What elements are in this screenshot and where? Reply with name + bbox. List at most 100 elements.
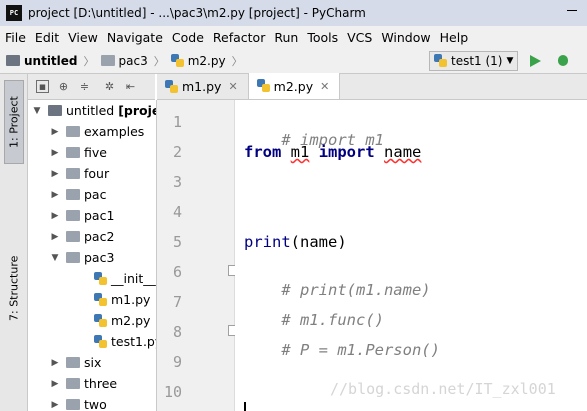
pycharm-logo-icon: PC — [6, 5, 22, 21]
tree-item-label: pac3 — [84, 250, 115, 265]
chevron-right-icon: ▶ — [51, 399, 59, 410]
tree-item-four[interactable]: ▶ four — [50, 163, 110, 184]
tree-item-examples[interactable]: ▶ examples — [50, 121, 145, 142]
menu-code[interactable]: Code — [167, 30, 208, 45]
editor-gutter: 1 2 3 4 5 6 7 8 9 10 — [157, 100, 239, 411]
line-number: 9 — [172, 353, 182, 371]
python-file-icon — [94, 313, 107, 328]
breadcrumb-untitled[interactable]: untitled 〉 — [6, 53, 95, 69]
module-name: m1 — [290, 143, 310, 161]
menu-navigate[interactable]: Navigate — [102, 30, 167, 45]
menu-run[interactable]: Run — [269, 30, 302, 45]
line-number: 7 — [172, 293, 182, 311]
tree-item-label-suffix: [projec — [118, 103, 156, 118]
tree-item-label: m1.py — [111, 292, 151, 307]
keyword: from — [244, 143, 282, 161]
close-icon[interactable]: ✕ — [228, 80, 237, 93]
keyword: import — [318, 143, 375, 161]
tree-item-label: five — [84, 145, 107, 160]
hide-icon[interactable]: ⇤ — [124, 80, 137, 93]
tree-item-init[interactable]: __init__.p — [94, 268, 156, 289]
folder-icon — [66, 231, 80, 242]
gear-icon[interactable]: ✲ — [103, 80, 116, 93]
line-number: 4 — [172, 203, 182, 221]
menu-tools[interactable]: Tools — [302, 30, 342, 45]
tree-item-label: four — [84, 166, 110, 181]
breadcrumb-pac3[interactable]: pac3 〉 — [100, 53, 165, 69]
menu-edit[interactable]: Edit — [30, 30, 63, 45]
tree-item-root[interactable]: ▼ untitled [projec — [32, 100, 156, 121]
tab-m1[interactable]: m1.py ✕ — [157, 74, 249, 99]
tree-item-pac[interactable]: ▶ pac — [50, 184, 107, 205]
tree-item-six[interactable]: ▶ six — [50, 352, 102, 373]
tree-item-pac3[interactable]: ▼ pac3 — [50, 247, 115, 268]
python-file-icon — [434, 54, 447, 68]
chevron-down-icon: ▼ — [51, 252, 59, 263]
folder-icon — [66, 126, 80, 137]
comment: # P = m1.Person() — [281, 341, 440, 359]
tree-item-label: examples — [84, 124, 145, 139]
tree-item-label: six — [84, 355, 102, 370]
python-file-icon — [94, 292, 107, 307]
menu-view[interactable]: View — [63, 30, 102, 45]
menu-vcs[interactable]: VCS — [342, 30, 376, 45]
locate-file-icon[interactable]: ⊕ — [57, 80, 70, 93]
breadcrumb-m2[interactable]: m2.py 〉 — [170, 53, 243, 69]
tree-item-two[interactable]: ▶ two — [50, 394, 107, 411]
breadcrumb-label: untitled — [24, 53, 78, 68]
folder-icon — [66, 189, 80, 200]
chevron-right-icon: 〉 — [231, 54, 243, 68]
line-number: 5 — [172, 233, 182, 251]
tree-item-five[interactable]: ▶ five — [50, 142, 107, 163]
folder-icon — [66, 399, 80, 410]
run-configuration-select[interactable]: test1 (1) ▼ — [429, 51, 518, 71]
tree-item-label: untitled — [66, 103, 115, 118]
tree-item-label: m2.py — [111, 313, 151, 328]
close-icon[interactable]: ✕ — [320, 80, 329, 93]
tool-window-structure[interactable]: 7: Structure — [4, 242, 24, 334]
tree-item-m1[interactable]: m1.py — [94, 289, 150, 310]
view-mode-icon[interactable]: ▪ — [36, 80, 49, 93]
breadcrumb-label: m2.py — [187, 53, 226, 68]
tree-item-m2[interactable]: m2.py — [94, 310, 150, 331]
menu-file[interactable]: File — [0, 30, 30, 45]
chevron-right-icon: ▶ — [51, 210, 59, 221]
run-triangle-icon[interactable] — [530, 55, 541, 67]
chevron-right-icon: ▶ — [51, 168, 59, 179]
left-tool-strip: 1: Project 7: Structure — [0, 74, 28, 411]
folder-icon — [66, 252, 80, 263]
tree-item-pac1[interactable]: ▶ pac1 — [50, 205, 115, 226]
tab-m2[interactable]: m2.py ✕ — [248, 73, 341, 99]
tree-item-pac2[interactable]: ▶ pac2 — [50, 226, 115, 247]
line-number: 1 — [172, 113, 182, 131]
python-file-icon — [94, 271, 107, 286]
chevron-right-icon: 〉 — [153, 54, 165, 68]
folder-icon — [66, 357, 80, 368]
folder-icon — [48, 105, 62, 116]
tree-item-label: three — [84, 376, 118, 391]
menu-window[interactable]: Window — [376, 30, 434, 45]
minimize-icon[interactable] — [567, 10, 577, 11]
tree-item-test1[interactable]: test1.py — [94, 331, 156, 352]
tool-window-project[interactable]: 1: Project — [4, 80, 24, 164]
folder-icon — [66, 378, 80, 389]
menu-refactor[interactable]: Refactor — [208, 30, 269, 45]
folder-icon — [6, 55, 20, 66]
collapse-all-icon[interactable]: ≑ — [78, 80, 91, 93]
folder-icon — [66, 210, 80, 221]
debug-bug-icon[interactable] — [556, 52, 570, 68]
title-bar: PC project [D:\untitled] - ...\pac3\m2.p… — [0, 0, 587, 26]
line-number: 6 — [172, 263, 182, 281]
code-editor[interactable]: # import m1 from m1 import name print(na… — [235, 100, 587, 411]
tree-item-three[interactable]: ▶ three — [50, 373, 118, 394]
chevron-right-icon: ▶ — [51, 378, 59, 389]
menu-help[interactable]: Help — [435, 30, 473, 45]
tab-label: m1.py — [182, 79, 222, 94]
editor-tabs: m1.py ✕ m2.py ✕ — [157, 73, 587, 100]
chevron-right-icon: ▶ — [51, 126, 59, 137]
tree-item-label: pac1 — [84, 208, 115, 223]
window-title: project [D:\untitled] - ...\pac3\m2.py [… — [28, 6, 366, 20]
code-line-8: # P = m1.Person() — [244, 323, 440, 377]
python-file-icon — [256, 79, 270, 93]
tab-label: m2.py — [273, 78, 314, 94]
